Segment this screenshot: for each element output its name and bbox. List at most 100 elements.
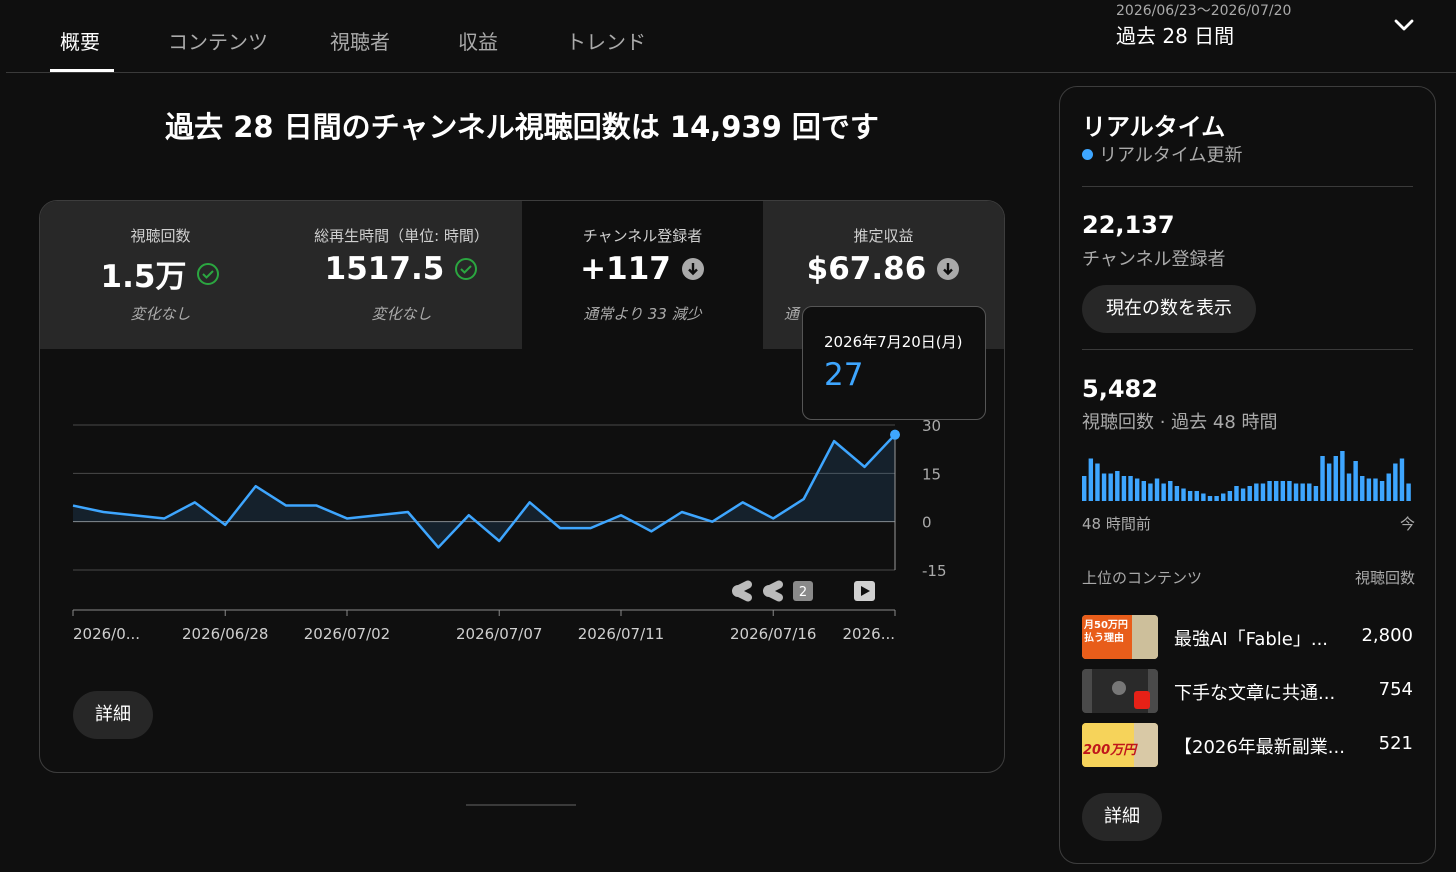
realtime-bar	[1115, 471, 1120, 501]
y-tick-label: 0	[922, 514, 932, 532]
realtime-bar	[1406, 483, 1411, 501]
tab-revenue[interactable]: 収益	[458, 26, 498, 55]
realtime-bar	[1300, 483, 1305, 501]
realtime-bar	[1313, 486, 1319, 501]
date-range[interactable]: 2026/06/23〜2026/07/20	[1116, 0, 1291, 20]
realtime-bar	[1227, 491, 1233, 501]
realtime-bar	[1148, 483, 1153, 501]
subscriber-count: 22,137	[1082, 211, 1175, 239]
divider	[1082, 186, 1413, 187]
overview-card: 視聴回数 1.5万 変化なし 総再生時間（単位: 時間） 1517.5 変化なし…	[39, 200, 1005, 773]
metric-change: 変化なし	[371, 305, 432, 323]
metric-label: 総再生時間（単位: 時間）	[314, 227, 489, 245]
realtime-bar	[1095, 463, 1100, 501]
realtime-bar	[1307, 483, 1312, 501]
tooltip-value: 27	[824, 357, 864, 393]
realtime-bar	[1187, 491, 1193, 501]
arrow-down-circle-icon	[681, 258, 704, 280]
realtime-bar	[1393, 463, 1398, 501]
realtime-bar	[1174, 486, 1180, 501]
metric-value: 1517.5	[324, 251, 445, 287]
realtime-bar	[1320, 456, 1325, 501]
realtime-bar	[1168, 481, 1173, 501]
tooltip-date: 2026年7月20日(月)	[824, 333, 963, 351]
realtime-bar	[1121, 476, 1127, 501]
live-dot-icon	[1082, 148, 1093, 160]
metric-label: 推定収益	[853, 227, 914, 245]
content-title: 最強AI「Fable」...	[1174, 629, 1329, 650]
content-title: 【2026年最新副業...	[1174, 737, 1345, 758]
realtime-bar	[1360, 476, 1365, 501]
realtime-bar	[1333, 456, 1338, 501]
metric-watch-time[interactable]: 総再生時間（単位: 時間） 1517.5 変化なし	[281, 201, 523, 349]
x-tick-label: 2026/07/16	[730, 625, 816, 643]
realtime-bar	[1154, 478, 1160, 501]
realtime-bar	[1161, 483, 1166, 501]
content-views: 2,800	[1361, 625, 1413, 646]
realtime-bar	[1128, 476, 1133, 501]
realtime-bar	[1293, 483, 1299, 501]
realtime-bar	[1280, 481, 1286, 501]
top-content-item[interactable]: 月50万円払う理由 最強AI「Fable」... 2,800	[1082, 615, 1413, 659]
chart-tooltip: 2026年7月20日(月) 27	[802, 306, 986, 420]
subscriber-label: チャンネル登録者	[1082, 249, 1226, 270]
x-tick-label: 2026/07/02	[304, 625, 390, 643]
tab-trends[interactable]: トレンド	[566, 26, 646, 55]
realtime-bar	[1141, 481, 1146, 501]
video-thumbnail: 月50万円払う理由	[1082, 615, 1158, 659]
metric-value-row: +117	[522, 251, 763, 287]
metric-value: +117	[580, 251, 671, 287]
x-tick-label: 2026/07/11	[578, 625, 664, 643]
top-content-item[interactable]: 200万円 【2026年最新副業... 521	[1082, 723, 1413, 767]
badge-count: 2	[799, 585, 807, 600]
metric-value: $67.86	[806, 251, 927, 287]
realtime-bar	[1181, 488, 1186, 501]
realtime-bar	[1082, 476, 1087, 501]
divider	[1082, 349, 1413, 350]
tab-overview[interactable]: 概要	[60, 26, 100, 55]
metric-subscribers[interactable]: チャンネル登録者 +117 通常より 33 減少	[522, 201, 764, 349]
realtime-status: リアルタイム更新	[1082, 141, 1242, 167]
realtime-bar	[1240, 488, 1246, 501]
metric-change: 変化なし	[130, 305, 191, 323]
bars-axis-start: 48 時間前	[1082, 515, 1151, 533]
check-circle-icon	[197, 262, 220, 285]
realtime-bar	[1340, 451, 1345, 501]
x-tick-label: 2026/0...	[73, 625, 140, 643]
content-views: 521	[1378, 733, 1413, 754]
top-content-item[interactable]: 下手な文章に共通... 754	[1082, 669, 1413, 713]
realtime-bar	[1373, 478, 1378, 501]
tab-audience[interactable]: 視聴者	[330, 26, 390, 55]
realtime-bar-chart[interactable]	[1082, 451, 1413, 503]
check-circle-icon	[455, 258, 478, 280]
chevron-down-icon[interactable]	[1390, 14, 1418, 38]
metric-value-row: 1517.5	[281, 251, 522, 287]
y-tick-label: -15	[922, 562, 947, 580]
show-current-count-button[interactable]: 現在の数を表示	[1082, 285, 1256, 333]
realtime-bar	[1234, 486, 1239, 501]
realtime-title: リアルタイム	[1082, 113, 1226, 141]
arrow-down-circle-icon	[937, 258, 960, 280]
video-thumbnail	[1082, 669, 1158, 713]
shorts-icon	[732, 580, 753, 602]
realtime-bar	[1287, 481, 1292, 501]
realtime-bar	[1353, 461, 1358, 501]
realtime-bar	[1247, 486, 1252, 501]
tab-content[interactable]: コンテンツ	[168, 26, 268, 55]
bars-axis-end: 今	[1399, 515, 1415, 533]
top-content-label: 上位のコンテンツ	[1082, 569, 1203, 587]
realtime-bar	[1260, 483, 1266, 501]
realtime-bar	[1221, 493, 1226, 501]
realtime-bar	[1214, 496, 1219, 501]
metric-views[interactable]: 視聴回数 1.5万 変化なし	[40, 201, 282, 349]
views-48h-label: 視聴回数 · 過去 48 時間	[1082, 412, 1278, 433]
y-tick-label: 15	[922, 465, 941, 483]
realtime-details-button[interactable]: 詳細	[1082, 793, 1162, 841]
realtime-bar	[1267, 481, 1272, 501]
metric-value: 1.5万	[100, 259, 187, 295]
period-label[interactable]: 過去 28 日間	[1116, 20, 1234, 49]
x-tick-label: 2026/07/07	[456, 625, 542, 643]
views-column-label: 視聴回数	[1354, 569, 1415, 587]
video-thumbnail: 200万円	[1082, 723, 1158, 767]
details-button[interactable]: 詳細	[73, 691, 153, 739]
